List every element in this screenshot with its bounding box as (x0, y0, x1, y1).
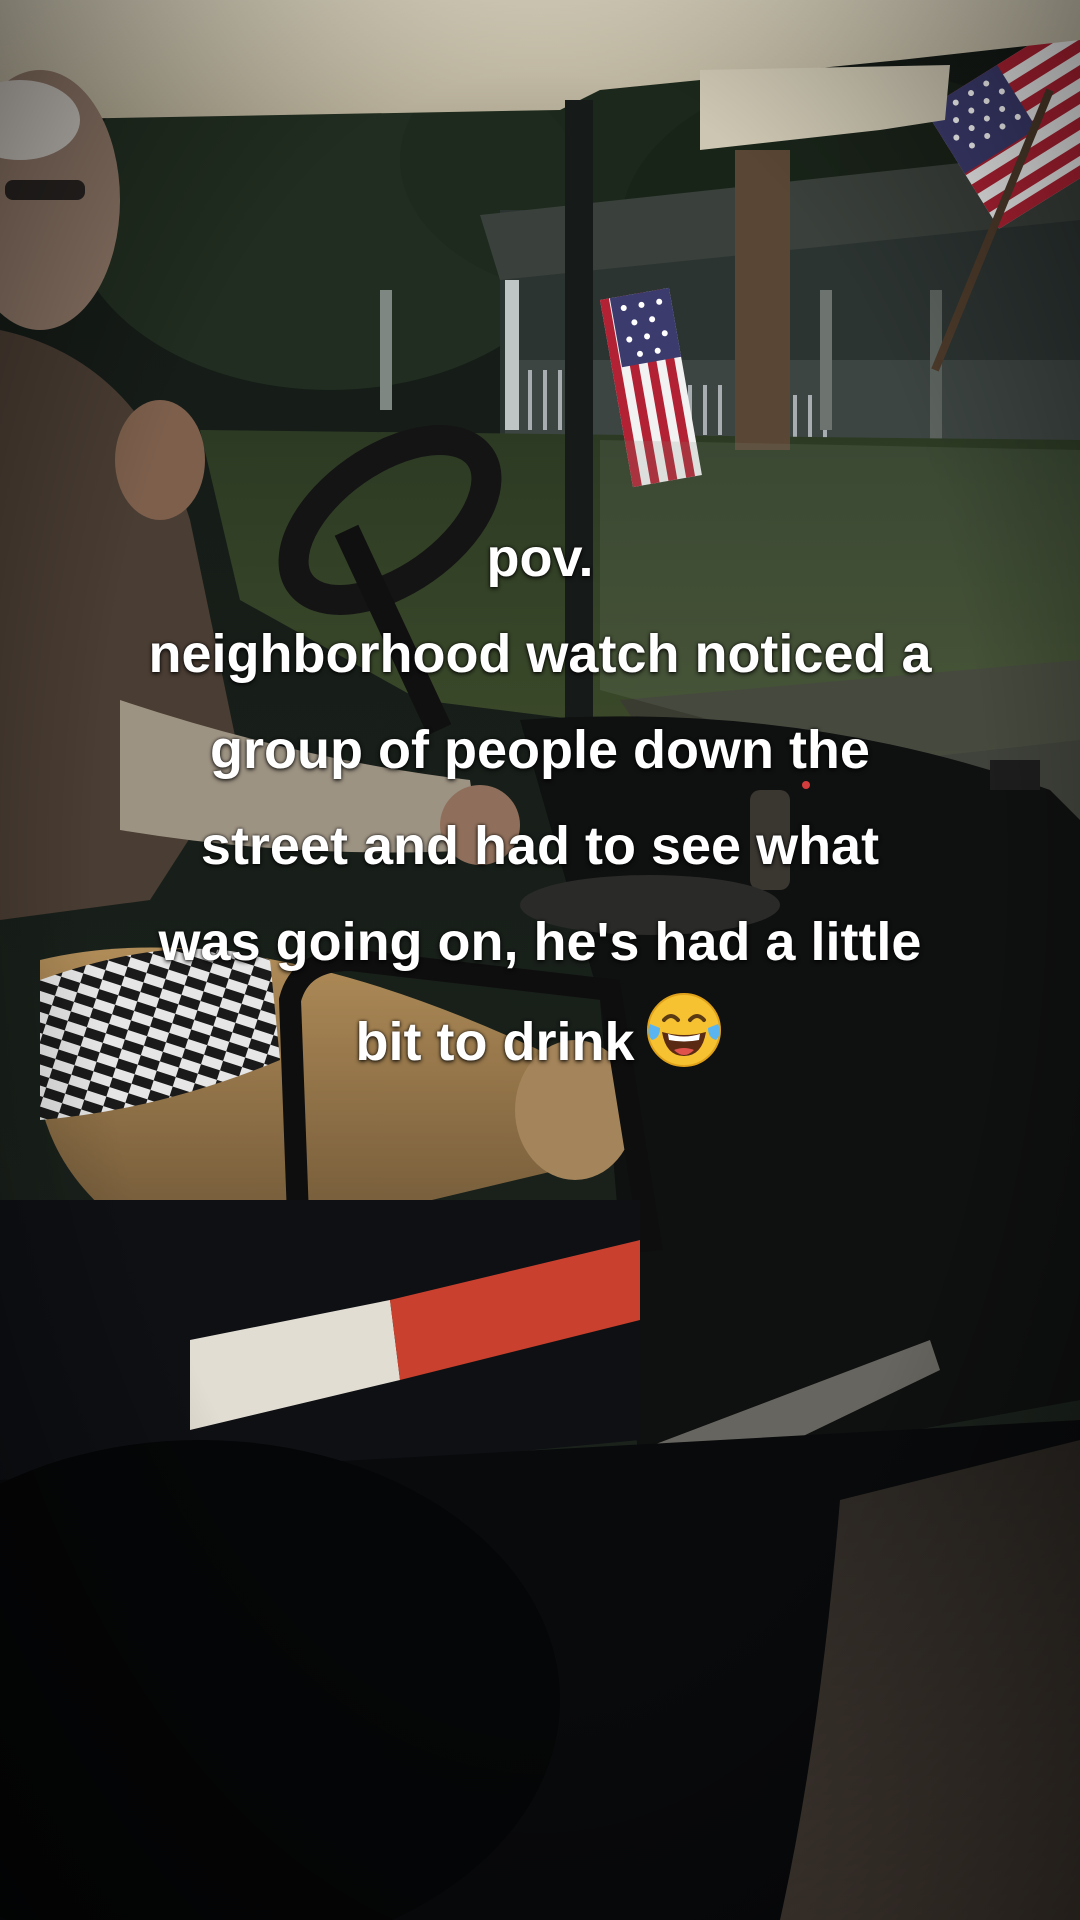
tears-of-joy-emoji-icon (644, 990, 724, 1100)
video-caption: pov. neighborhood watch noticed a group … (40, 510, 1040, 1100)
video-frame: pov. neighborhood watch noticed a group … (0, 0, 1080, 1920)
caption-line-2: neighborhood watch noticed a (148, 624, 932, 684)
caption-line-6: bit to drink (40, 990, 1040, 1100)
caption-line-5: was going on, he's had a little (158, 912, 922, 972)
caption-line-4: street and had to see what (200, 816, 880, 876)
caption-line-6-text: bit to drink (355, 1012, 635, 1072)
caption-line-1: pov. (486, 528, 594, 588)
caption-line-3: group of people down the (210, 720, 870, 780)
